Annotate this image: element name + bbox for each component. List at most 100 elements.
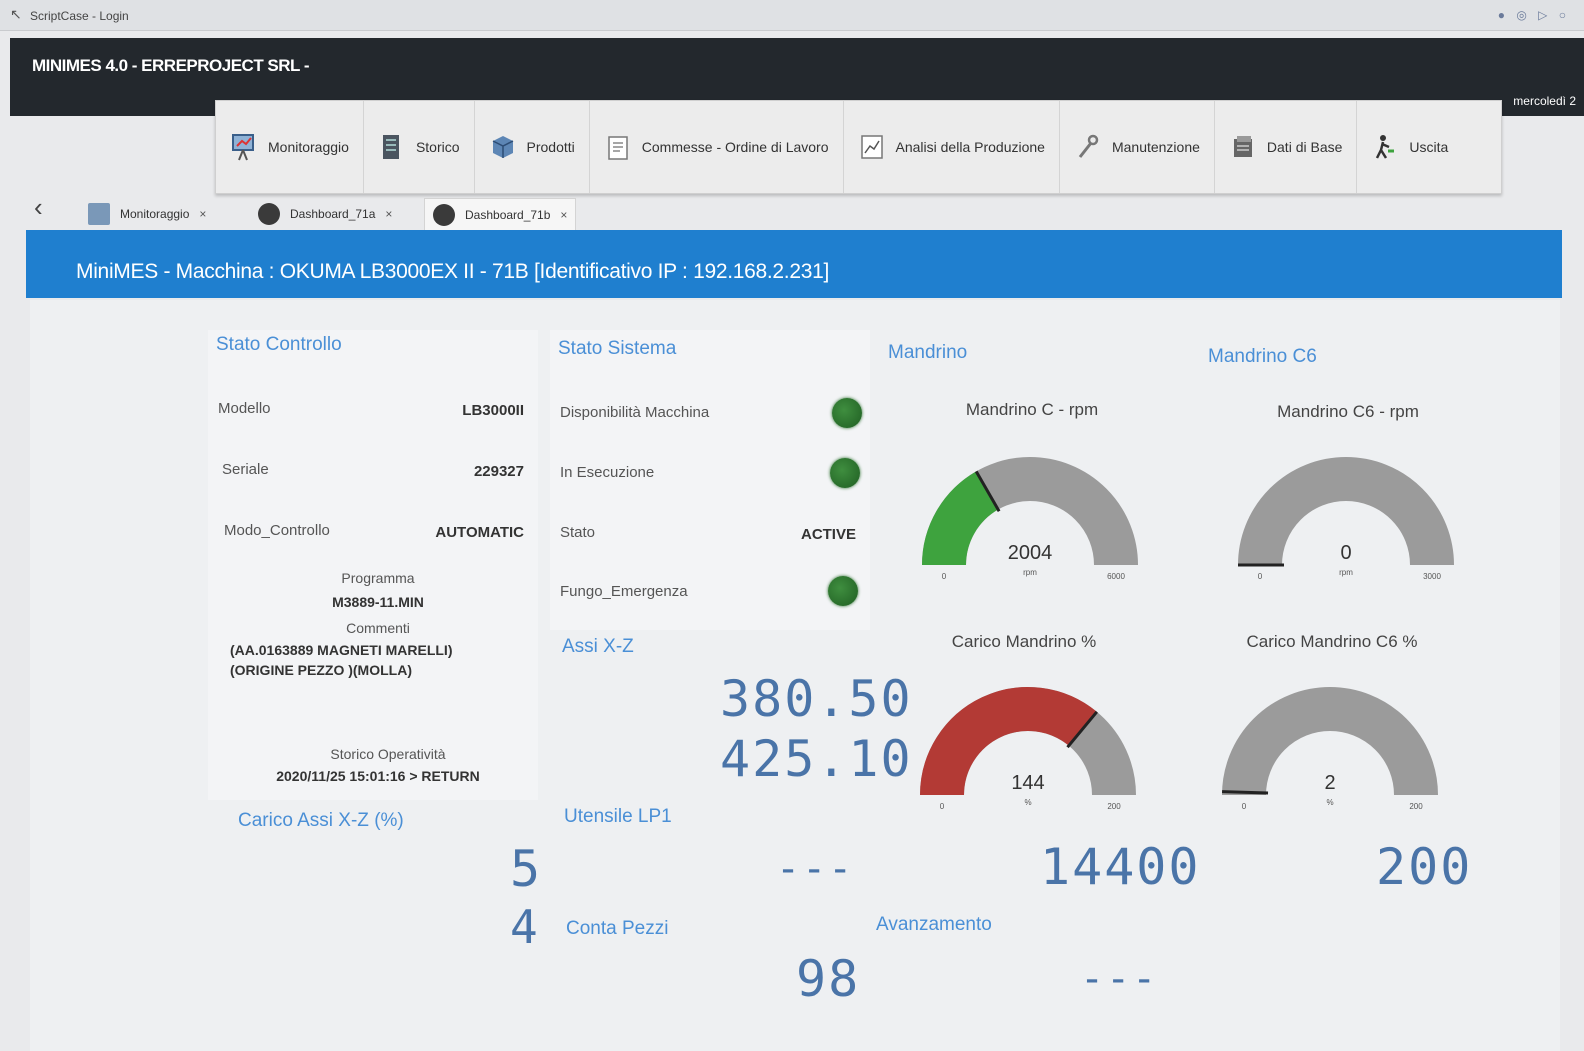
utensile-title: Utensile LP1 xyxy=(564,806,672,827)
back-arrow-icon[interactable]: ↖ xyxy=(10,6,22,23)
menu-item-uscita[interactable]: Uscita xyxy=(1357,101,1462,193)
tab-label: Monitoraggio xyxy=(120,207,190,221)
menu-item-storico[interactable]: Storico xyxy=(364,101,475,193)
seriale-label: Seriale xyxy=(222,461,269,478)
menu-item-commesse[interactable]: Commesse - Ordine di Lavoro xyxy=(590,101,844,193)
modello-value: LB3000II xyxy=(462,402,524,419)
gauge-max: 6000 xyxy=(1107,572,1125,581)
menu-label: Commesse - Ordine di Lavoro xyxy=(641,139,829,155)
section-title: Stato Controllo xyxy=(216,334,342,355)
menu-item-dati-di-base[interactable]: Dati di Base xyxy=(1215,101,1358,193)
stato-value: ACTIVE xyxy=(800,526,856,543)
commenti-line-1: (AA.0163889 MAGNETI MARELLI) xyxy=(230,642,453,658)
programma-value: M3889-11.MIN xyxy=(332,594,424,610)
monitor-icon xyxy=(230,132,258,162)
seriale-value: 229327 xyxy=(473,463,524,480)
page-banner: MiniMES - Macchina : OKUMA LB3000EX II -… xyxy=(26,230,1562,298)
conta-pezzi-title: Conta Pezzi xyxy=(566,918,669,939)
tab-label: Dashboard_71b xyxy=(465,208,551,222)
gauge-needle xyxy=(1222,790,1269,795)
gauge-min: 0 xyxy=(1242,802,1247,811)
gauge-value: 144 xyxy=(1011,772,1044,794)
main-menu: Monitoraggio Storico Prodotti Commesse -… xyxy=(215,100,1502,194)
assi-title: Assi X-Z xyxy=(562,636,634,657)
gauge-min: 0 xyxy=(942,572,947,581)
browser-title: ScriptCase - Login xyxy=(30,9,129,23)
chevron-left-icon[interactable]: ‹ xyxy=(34,192,43,223)
modo-controllo-value: AUTOMATIC xyxy=(435,524,524,541)
avanzamento-title: Avanzamento xyxy=(876,914,992,935)
asse-x-display: 380.50 xyxy=(720,670,913,728)
stato-sistema-panel: Stato Sistema Disponibilità Macchina In … xyxy=(550,330,870,630)
tab-dashboard-71b[interactable]: Dashboard_71b × xyxy=(424,198,577,231)
carico-assi-title: Carico Assi X-Z (%) xyxy=(238,810,404,831)
box-icon xyxy=(489,132,517,162)
gauge-max: 3000 xyxy=(1423,572,1441,581)
storico-value: 2020/11/25 15:01:16 > RETURN xyxy=(276,768,480,784)
mandrino-title: Mandrino xyxy=(888,342,968,363)
menu-item-manutenzione[interactable]: Manutenzione xyxy=(1060,101,1215,193)
carico-asse-x-display: 5 xyxy=(510,840,543,898)
menu-item-monitoraggio[interactable]: Monitoraggio xyxy=(216,101,364,193)
avanzamento-display: --- xyxy=(1080,956,1159,1002)
tab-monitoraggio[interactable]: Monitoraggio × xyxy=(80,198,214,230)
disponibilita-led xyxy=(832,398,862,428)
menu-label: Manutenzione xyxy=(1111,139,1200,155)
programma-label: Programma xyxy=(341,570,415,586)
chart-icon xyxy=(858,132,886,162)
fungo-emergenza-led xyxy=(828,576,858,606)
browser-bar: ↖ ScriptCase - Login ● ◎ ▷ ○ xyxy=(0,0,1584,31)
menu-label: Analisi della Produzione xyxy=(895,139,1045,155)
dashboard-content: Stato Controllo Modello LB3000II Seriale… xyxy=(30,300,1560,1051)
gauge-min: 0 xyxy=(940,802,945,811)
mandrino-c6-rpm-title: Mandrino C6 - rpm xyxy=(1277,402,1419,421)
commenti-label: Commenti xyxy=(346,620,410,636)
disponibilita-label: Disponibilità Macchina xyxy=(560,404,710,421)
menu-label: Monitoraggio xyxy=(268,139,349,155)
dashboard-icon xyxy=(433,204,455,226)
stato-controllo-panel: Stato Controllo Modello LB3000II Seriale… xyxy=(208,330,538,800)
close-icon[interactable]: × xyxy=(385,207,392,221)
fungo-emergenza-label: Fungo_Emergenza xyxy=(560,583,688,600)
gauge-fill xyxy=(922,471,999,566)
header-date: mercoledì 2 xyxy=(1513,94,1576,108)
commenti-line-2: (ORIGINE PEZZO )(MOLLA) xyxy=(230,662,412,678)
database-icon xyxy=(1229,132,1257,162)
asse-z-display: 425.10 xyxy=(720,730,913,788)
esecuzione-label: In Esecuzione xyxy=(560,464,655,481)
mandrino-c6-load-gauge: 2% 0 200 xyxy=(1222,687,1438,811)
gauge-unit: % xyxy=(1024,798,1031,807)
mandrino-load-gauge: 144% 0 200 xyxy=(920,687,1136,811)
mandrino-c6-speed-display: 200 xyxy=(1376,838,1473,896)
exit-icon xyxy=(1371,132,1399,162)
clipboard-icon xyxy=(604,132,632,162)
wrench-icon xyxy=(1074,132,1102,162)
server-icon xyxy=(378,132,406,162)
mandrino-rpm-gauge: 2004 rpm 0 6000 xyxy=(922,457,1138,581)
conta-pezzi-display: 98 xyxy=(796,950,861,1008)
monitor-icon xyxy=(88,203,110,225)
menu-label: Dati di Base xyxy=(1266,139,1343,155)
gauge-max: 200 xyxy=(1409,802,1423,811)
section-title: Stato Sistema xyxy=(558,338,677,359)
close-icon[interactable]: × xyxy=(199,207,206,221)
tab-dashboard-71a[interactable]: Dashboard_71a × xyxy=(250,198,400,230)
mandrino-rpm-title: Mandrino C - rpm xyxy=(965,400,1099,419)
tab-label: Dashboard_71a xyxy=(290,207,376,221)
mandrino-c6-rpm-gauge: 0 rpm 0 3000 xyxy=(1238,457,1454,581)
menu-item-prodotti[interactable]: Prodotti xyxy=(475,101,590,193)
mandrino-speed-display: 14400 xyxy=(1040,838,1201,896)
modo-controllo-label: Modo_Controllo xyxy=(224,522,330,539)
tab-bar: ‹ Monitoraggio × Dashboard_71a × Dashboa… xyxy=(22,190,1562,234)
mandrino-c6-title: Mandrino C6 xyxy=(1208,346,1317,367)
close-icon[interactable]: × xyxy=(560,208,567,222)
menu-label: Storico xyxy=(415,139,460,155)
menu-item-analisi[interactable]: Analisi della Produzione xyxy=(844,101,1060,193)
browser-toolbar-icons[interactable]: ● ◎ ▷ ○ xyxy=(1498,8,1570,22)
gauge-unit: rpm xyxy=(1023,568,1037,577)
utensile-display: --- xyxy=(776,846,855,892)
gauge-unit: % xyxy=(1326,798,1333,807)
gauge-value: 2 xyxy=(1324,772,1335,794)
mandrino-c6-load-title: Carico Mandrino C6 % xyxy=(1246,632,1418,651)
app-title: MINIMES 4.0 - ERREPROJECT SRL - xyxy=(32,56,310,75)
